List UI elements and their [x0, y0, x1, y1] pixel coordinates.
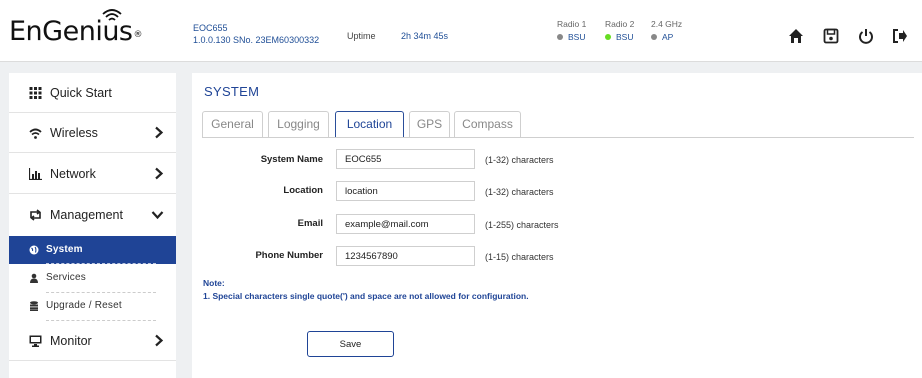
radio-label: Radio 1 [557, 19, 587, 29]
system-name-label: System Name [260, 154, 323, 165]
uptime-label: Uptime [347, 31, 376, 41]
chevron-right-icon [155, 334, 164, 347]
device-model: EOC655 [193, 23, 228, 33]
chevron-down-icon [151, 211, 164, 220]
home-icon[interactable] [788, 28, 804, 44]
retweet-icon [30, 209, 41, 221]
tab-logging[interactable]: Logging [268, 111, 329, 137]
radio-label: 2.4 GHz [651, 19, 683, 29]
note-title: Note: [203, 278, 225, 288]
tab-general[interactable]: General [202, 111, 263, 137]
status-dot [605, 34, 611, 40]
save-button[interactable]: Save [307, 331, 394, 357]
logo-registered-mark: ® [133, 30, 143, 40]
power-icon[interactable] [858, 28, 874, 44]
system-name-field[interactable] [336, 149, 475, 169]
sidebar-subitem-label: System [46, 244, 83, 255]
sidebar-item-quick-start[interactable]: Quick Start [9, 73, 176, 113]
phone-number-label: Phone Number [255, 250, 323, 261]
radio-label: Radio 2 [605, 19, 635, 29]
email-hint: (1-255) characters [485, 220, 559, 230]
sidebar-item-label: Wireless [50, 126, 98, 140]
sidebar-item-label: Network [50, 167, 96, 181]
globe-icon [29, 245, 39, 255]
radio-mode: BSU [616, 32, 634, 42]
uptime-value: 2h 34m 45s [401, 31, 449, 41]
sidebar-item-label: Quick Start [50, 86, 112, 100]
database-icon [30, 301, 38, 311]
radio-24ghz-status: 2.4 GHz AP [651, 19, 682, 42]
tab-location[interactable]: Location [335, 111, 404, 138]
engenius-logo: EnGenius® [9, 9, 143, 47]
device-info: EOC655 1.0.0.130 SNo. 23EM60300332 [193, 22, 319, 46]
location-hint: (1-32) characters [485, 187, 554, 197]
chevron-right-icon [155, 126, 164, 139]
sidebar-subitem-label: Services [46, 272, 86, 283]
tab-underline [202, 137, 914, 138]
status-dot [651, 34, 657, 40]
sidebar-item-network[interactable]: Network [9, 154, 176, 194]
location-field[interactable] [336, 181, 475, 201]
sidebar: Quick Start Wireless Network Management [9, 73, 176, 378]
system-name-hint: (1-32) characters [485, 155, 554, 165]
wifi-icon [29, 128, 42, 139]
save-icon[interactable] [823, 28, 839, 44]
radio-mode: BSU [568, 32, 586, 42]
sidebar-subitem-label: Upgrade / Reset [46, 300, 122, 311]
radio-1-status: Radio 1 BSU [557, 19, 586, 42]
monitor-icon [29, 335, 42, 347]
main-panel: SYSTEM General Logging Location GPS Comp… [192, 73, 922, 378]
logout-icon[interactable] [892, 28, 908, 44]
sidebar-item-label: Monitor [50, 334, 92, 348]
sidebar-item-wireless[interactable]: Wireless [9, 113, 176, 153]
page-title: SYSTEM [204, 84, 260, 99]
status-dot [557, 34, 563, 40]
radio-2-status: Radio 2 BSU [605, 19, 634, 42]
sidebar-subitem-system[interactable]: System [9, 236, 176, 264]
top-header: EnGenius® EOC655 1.0.0.130 SNo. 23EM6030… [0, 0, 922, 62]
chevron-right-icon [155, 167, 164, 180]
bar-chart-icon [29, 168, 42, 180]
user-icon [30, 273, 38, 283]
location-label: Location [283, 185, 323, 196]
sidebar-item-label: Management [50, 208, 123, 222]
grid-icon [29, 87, 42, 99]
email-field[interactable] [336, 214, 475, 234]
phone-number-field[interactable] [336, 246, 475, 266]
logo-wifi-icon [102, 9, 122, 21]
note-text: 1. Special characters single quote(') an… [203, 291, 529, 301]
sidebar-subitem-services[interactable]: Services [9, 264, 176, 292]
sidebar-subitem-upgrade-reset[interactable]: Upgrade / Reset [9, 292, 176, 320]
radio-mode: AP [662, 32, 674, 42]
phone-number-hint: (1-15) characters [485, 252, 554, 262]
tab-compass[interactable]: Compass [454, 111, 521, 137]
sidebar-item-management[interactable]: Management [9, 195, 176, 235]
email-label: Email [297, 218, 323, 229]
firmware-serial: 1.0.0.130 SNo. 23EM60300332 [193, 35, 320, 45]
sidebar-item-monitor[interactable]: Monitor [9, 321, 176, 361]
tab-gps[interactable]: GPS [409, 111, 450, 137]
